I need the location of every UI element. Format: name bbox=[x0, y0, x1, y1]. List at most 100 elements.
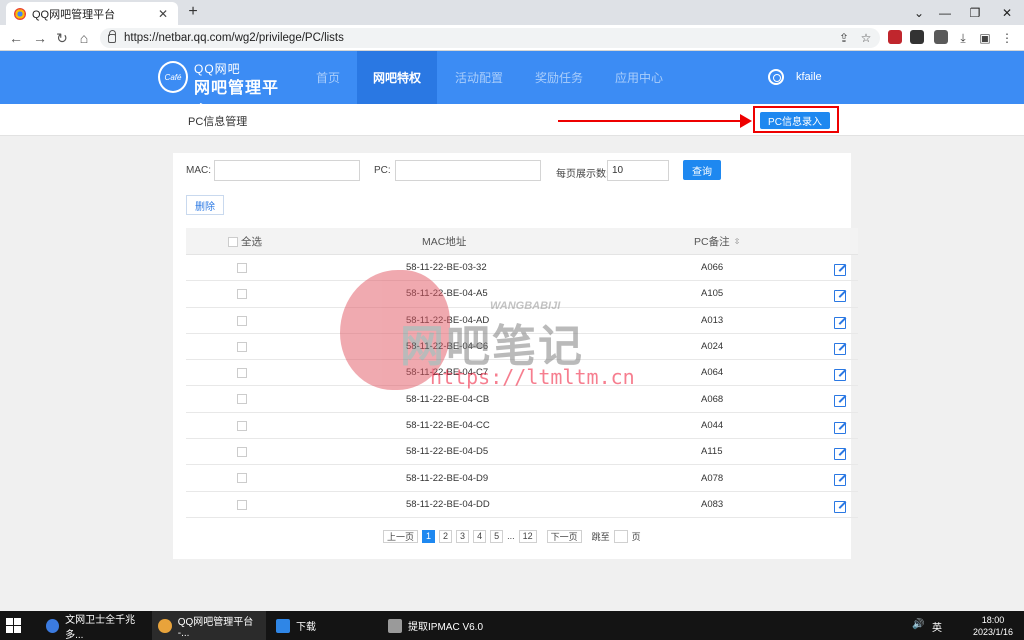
bookmark-star-icon[interactable]: ☆ bbox=[858, 29, 874, 47]
taskbar-item[interactable]: QQ网吧管理平台 -... bbox=[152, 611, 266, 640]
table-row: 58-11-22-BE-04-CC A044 bbox=[186, 413, 858, 440]
volume-icon[interactable]: 🔊 bbox=[912, 619, 924, 630]
address-bar[interactable]: https://netbar.qq.com/wg2/privilege/PC/l… bbox=[100, 28, 880, 48]
pc-column-header[interactable]: PC备注 ⇳ bbox=[694, 228, 740, 254]
mac-input[interactable] bbox=[214, 160, 360, 181]
mac-label: MAC: bbox=[186, 165, 211, 176]
home-button[interactable]: ⌂ bbox=[74, 29, 94, 47]
page-button[interactable]: 5 bbox=[490, 529, 504, 543]
next-page-button[interactable]: 下一页 bbox=[546, 529, 582, 543]
pc-entry-button[interactable]: PC信息录入 bbox=[760, 112, 830, 129]
browser-tab[interactable]: QQ网吧管理平台 ✕ bbox=[6, 2, 178, 25]
side-panel-icon[interactable]: ▣ bbox=[977, 29, 993, 47]
row-checkbox[interactable] bbox=[237, 368, 247, 379]
windows-start-icon[interactable] bbox=[6, 618, 22, 634]
pc-note-cell: A105 bbox=[701, 288, 724, 300]
row-checkbox[interactable] bbox=[237, 315, 247, 326]
row-checkbox[interactable] bbox=[237, 341, 247, 352]
taskbar-item-label: 文网卫士全千兆多... bbox=[65, 614, 136, 640]
edit-icon[interactable] bbox=[834, 342, 846, 355]
pc-note-cell: A013 bbox=[701, 314, 724, 326]
tab-close-icon[interactable]: ✕ bbox=[156, 7, 170, 21]
nav-privilege[interactable]: 网吧特权 bbox=[357, 51, 437, 104]
per-page-input[interactable] bbox=[607, 160, 669, 181]
select-all-label: 全选 bbox=[241, 235, 262, 248]
select-all-checkbox[interactable] bbox=[228, 237, 238, 247]
row-checkbox[interactable] bbox=[237, 499, 247, 510]
edit-icon[interactable] bbox=[834, 395, 846, 408]
maximize-button[interactable]: ❐ bbox=[960, 0, 990, 25]
row-checkbox[interactable] bbox=[237, 289, 247, 300]
pc-note-cell: A068 bbox=[701, 393, 724, 405]
edit-icon[interactable] bbox=[834, 474, 846, 487]
back-button[interactable]: ← bbox=[6, 29, 26, 47]
jump-page-input[interactable] bbox=[613, 529, 628, 543]
username: kfaile bbox=[796, 71, 822, 83]
page-button[interactable]: 4 bbox=[473, 529, 487, 543]
extension-icon[interactable] bbox=[888, 30, 902, 44]
page-button[interactable]: 3 bbox=[456, 529, 470, 543]
table-row: 58-11-22-BE-04-C6 A024 bbox=[186, 334, 858, 361]
delete-button[interactable]: 删除 bbox=[186, 195, 224, 215]
user-menu[interactable]: kfaile bbox=[768, 69, 822, 85]
input-language[interactable]: 英 bbox=[932, 619, 942, 634]
reload-button[interactable]: ↻ bbox=[52, 29, 72, 47]
nav-reward[interactable]: 奖励任务 bbox=[524, 51, 594, 104]
nav-home[interactable]: 首页 bbox=[300, 51, 356, 104]
page-title: PC信息管理 bbox=[188, 116, 248, 128]
row-checkbox[interactable] bbox=[237, 394, 247, 405]
page-suffix-label: 页 bbox=[631, 531, 641, 542]
edit-icon[interactable] bbox=[834, 500, 846, 513]
pc-input[interactable] bbox=[395, 160, 541, 181]
browser-menu-icon[interactable]: ⋮ bbox=[999, 29, 1015, 47]
per-page-label: 每页展示数: bbox=[556, 169, 609, 180]
extension-icon[interactable] bbox=[910, 30, 924, 44]
site-logo[interactable]: Café QQ网吧 网吧管理平台 bbox=[158, 59, 288, 121]
mac-cell: 58-11-22-BE-04-CC bbox=[406, 419, 490, 431]
row-checkbox[interactable] bbox=[237, 420, 247, 431]
edit-icon[interactable] bbox=[834, 316, 846, 329]
page-button[interactable]: 2 bbox=[439, 529, 453, 543]
edit-icon[interactable] bbox=[834, 369, 846, 382]
settings-gear-icon bbox=[768, 69, 784, 85]
mac-cell: 58-11-22-BE-04-D9 bbox=[406, 472, 489, 484]
edit-icon[interactable] bbox=[834, 290, 846, 303]
page-ellipsis: ... bbox=[507, 531, 515, 541]
url-text: https://netbar.qq.com/wg2/privilege/PC/l… bbox=[124, 32, 344, 44]
taskbar-item[interactable]: 提取IPMAC V6.0 bbox=[382, 611, 492, 640]
taskbar-item[interactable]: 文网卫士全千兆多... bbox=[40, 611, 148, 640]
edit-icon[interactable] bbox=[834, 421, 846, 434]
pc-note-cell: A044 bbox=[701, 419, 724, 431]
page-button[interactable]: 1 bbox=[422, 529, 436, 543]
edit-icon[interactable] bbox=[834, 448, 846, 461]
new-tab-button[interactable]: + bbox=[184, 3, 202, 21]
taskbar-item[interactable]: 下载 bbox=[270, 611, 370, 640]
clock-time: 18:00 bbox=[981, 615, 1005, 625]
jump-to-label: 跳至 bbox=[591, 531, 610, 542]
row-checkbox[interactable] bbox=[237, 473, 247, 484]
nav-activity[interactable]: 活动配置 bbox=[444, 51, 514, 104]
pc-label: PC: bbox=[374, 165, 391, 176]
table-header: 全选 MAC地址 PC备注 ⇳ bbox=[186, 228, 858, 255]
nav-apps[interactable]: 应用中心 bbox=[604, 51, 674, 104]
taskbar-clock[interactable]: 18:00 2023/1/16 bbox=[968, 614, 1018, 638]
edit-icon[interactable] bbox=[834, 264, 846, 276]
close-window-button[interactable]: ✕ bbox=[992, 0, 1022, 25]
prev-page-button[interactable]: 上一页 bbox=[383, 529, 419, 543]
last-page-button[interactable]: 12 bbox=[518, 529, 537, 543]
pagination: 上一页 1 2 3 4 5 ... 12 下一页 跳至 页 bbox=[383, 529, 641, 543]
row-checkbox[interactable] bbox=[237, 447, 247, 458]
minimize-button[interactable]: — bbox=[930, 0, 960, 25]
row-checkbox[interactable] bbox=[237, 263, 247, 273]
table-row: 58-11-22-BE-03-32 A066 bbox=[186, 255, 858, 282]
download-icon[interactable]: ⤓ bbox=[955, 29, 971, 47]
query-button[interactable]: 查询 bbox=[683, 160, 721, 180]
pc-note-cell: A064 bbox=[701, 367, 724, 379]
annotation-arrow bbox=[558, 114, 752, 128]
forward-button[interactable]: → bbox=[30, 29, 50, 47]
extension-icon[interactable] bbox=[934, 30, 948, 44]
share-icon[interactable]: ⇪ bbox=[836, 29, 852, 47]
pc-note-cell: A024 bbox=[701, 341, 724, 353]
pc-column-label: PC备注 bbox=[694, 235, 730, 248]
pc-note-cell: A078 bbox=[701, 472, 724, 484]
